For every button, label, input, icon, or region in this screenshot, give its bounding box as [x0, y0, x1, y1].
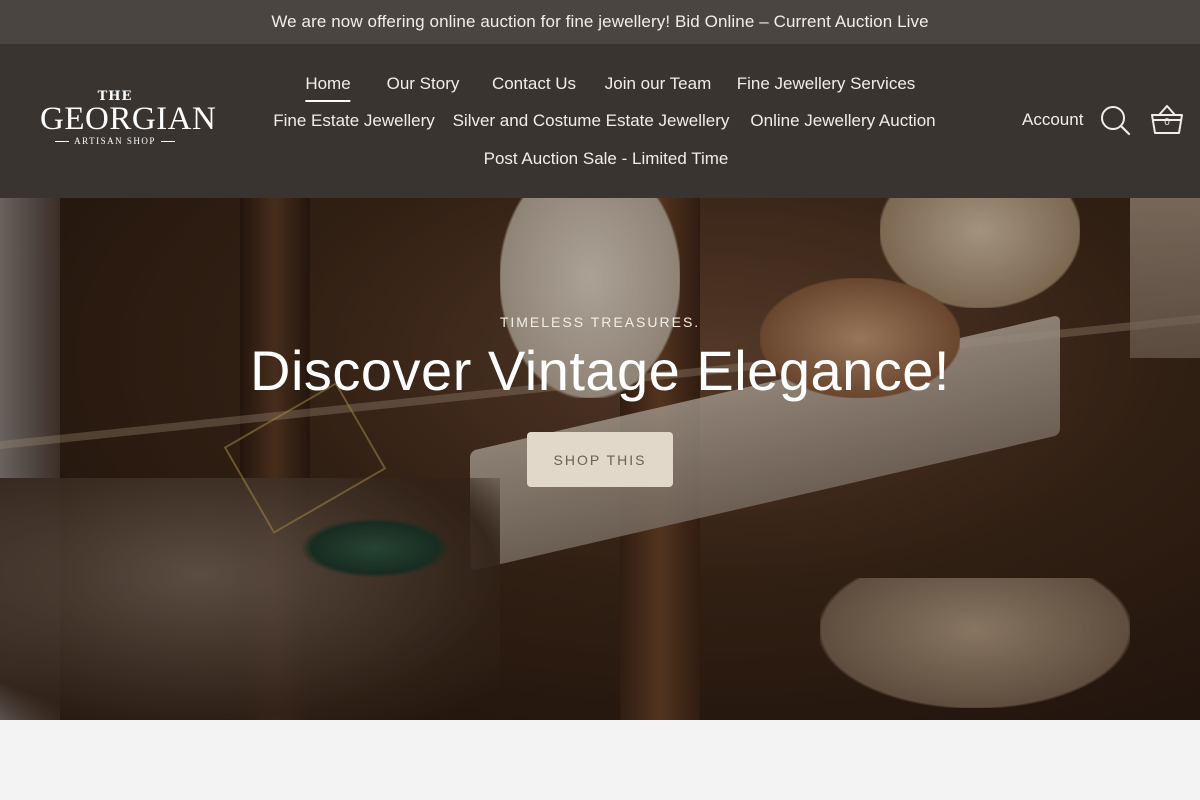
- main-nav: Home Our Story Contact Us Join our Team …: [0, 44, 1200, 198]
- nav-fine-jewellery-services[interactable]: Fine Jewellery Services: [737, 74, 916, 94]
- announcement-bar: We are now offering online auction for f…: [0, 0, 1200, 44]
- hero-banner: TIMELESS TREASURES. Discover Vintage Ele…: [0, 198, 1200, 720]
- cart-button[interactable]: 0: [1148, 102, 1186, 138]
- nav-fine-estate-jewellery[interactable]: Fine Estate Jewellery: [273, 111, 435, 131]
- site-header: THE GEORGIAN ARTISAN SHOP Home Our Story…: [0, 44, 1200, 198]
- nav-silver-costume-jewellery[interactable]: Silver and Costume Estate Jewellery: [453, 111, 730, 131]
- search-button[interactable]: [1099, 104, 1131, 136]
- nav-our-story[interactable]: Our Story: [387, 74, 460, 94]
- hero-content: TIMELESS TREASURES. Discover Vintage Ele…: [0, 198, 1200, 720]
- account-link[interactable]: Account: [1022, 110, 1083, 130]
- nav-online-jewellery-auction[interactable]: Online Jewellery Auction: [750, 111, 935, 131]
- hero-headline: Discover Vintage Elegance!: [250, 339, 950, 402]
- announcement-link[interactable]: We are now offering online auction for f…: [271, 12, 928, 32]
- shop-this-button[interactable]: SHOP THIS: [527, 432, 673, 487]
- nav-post-auction-sale[interactable]: Post Auction Sale - Limited Time: [484, 149, 729, 169]
- nav-join-our-team[interactable]: Join our Team: [605, 74, 711, 94]
- nav-contact-us[interactable]: Contact Us: [492, 74, 576, 94]
- cart-count-badge: 0: [1164, 117, 1170, 128]
- content-section: [0, 720, 1200, 800]
- hero-eyebrow: TIMELESS TREASURES.: [499, 314, 701, 330]
- search-icon: [1101, 106, 1131, 136]
- nav-home[interactable]: Home: [305, 74, 352, 102]
